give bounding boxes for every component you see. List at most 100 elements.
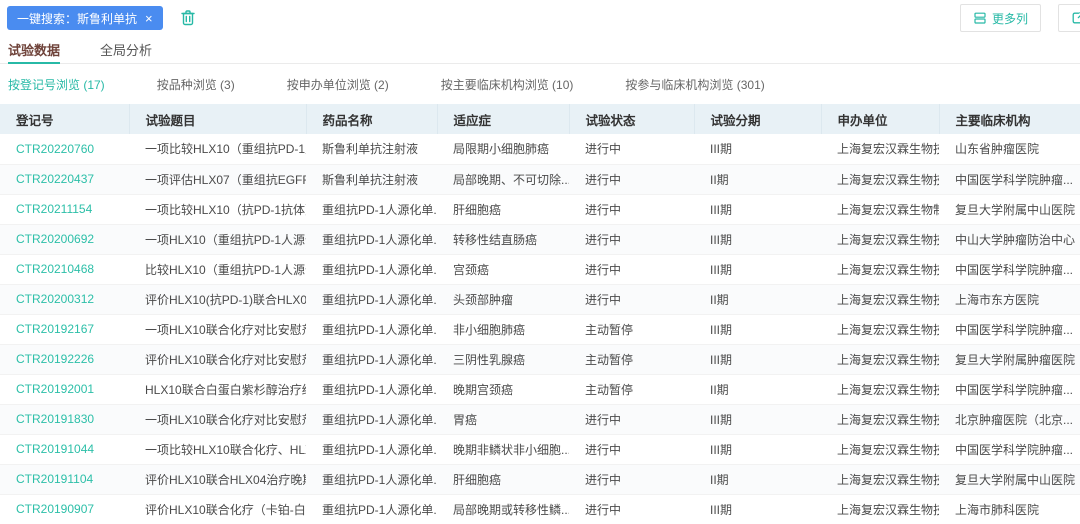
cell-sponsor: 上海复宏汉霖生物技... bbox=[821, 134, 939, 164]
cell-main-institution: 山东省肿瘤医院 bbox=[939, 134, 1080, 164]
cell-drug-name: 重组抗PD-1人源化单... bbox=[306, 284, 437, 314]
cell-registration-no: CTR20190907 bbox=[0, 494, 129, 524]
table-row: CTR20200692 一项HLX10（重组抗PD-1人源化... 重组抗PD-… bbox=[0, 224, 1080, 254]
registration-link[interactable]: CTR20191044 bbox=[16, 442, 94, 456]
cell-trial-status: 进行中 bbox=[569, 464, 694, 494]
cell-indication: 转移性结直肠癌 bbox=[437, 224, 569, 254]
table-row: CTR20220760 一项比较HLX10（重组抗PD-1人... 斯鲁利单抗注… bbox=[0, 134, 1080, 164]
export-button[interactable] bbox=[1058, 4, 1080, 32]
top-toolbar: 一键搜索：斯鲁利单抗 × 更多列 bbox=[0, 0, 1080, 36]
table-row: CTR20191104 评价HLX10联合HLX04治疗晚期肝... 重组抗PD… bbox=[0, 464, 1080, 494]
cell-trial-status: 进行中 bbox=[569, 404, 694, 434]
table-row: CTR20210468 比较HLX10（重组抗PD-1人源化... 重组抗PD-… bbox=[0, 254, 1080, 284]
registration-link[interactable]: CTR20210468 bbox=[16, 262, 94, 276]
registration-link[interactable]: CTR20191104 bbox=[16, 472, 93, 486]
cell-drug-name: 重组抗PD-1人源化单... bbox=[306, 404, 437, 434]
cell-main-institution: 复旦大学附属中山医院 bbox=[939, 464, 1080, 494]
main-tabs: 试验数据 全局分析 bbox=[0, 36, 1080, 64]
cell-indication: 非小细胞肺癌 bbox=[437, 314, 569, 344]
cell-registration-no: CTR20192226 bbox=[0, 344, 129, 374]
cell-trial-title: 一项评估HLX07（重组抗EGFR人... bbox=[129, 164, 306, 194]
filter-by-participating-institution[interactable]: 按参与临床机构浏览 (301) bbox=[625, 76, 764, 93]
cell-trial-phase: II期 bbox=[694, 164, 821, 194]
cell-trial-status: 进行中 bbox=[569, 284, 694, 314]
registration-link[interactable]: CTR20200692 bbox=[16, 232, 94, 246]
tab-label: 全局分析 bbox=[100, 40, 152, 59]
clear-filters-button[interactable] bbox=[179, 9, 197, 27]
cell-trial-title: 一项比较HLX10（抗PD-1抗体）... bbox=[129, 194, 306, 224]
cell-registration-no: CTR20220437 bbox=[0, 164, 129, 194]
cell-main-institution: 上海市肺科医院 bbox=[939, 494, 1080, 524]
registration-link[interactable]: CTR20191830 bbox=[16, 412, 94, 426]
cell-registration-no: CTR20200312 bbox=[0, 284, 129, 314]
registration-link[interactable]: CTR20220760 bbox=[16, 142, 94, 156]
search-filter-tag[interactable]: 一键搜索：斯鲁利单抗 × bbox=[7, 6, 163, 30]
cell-drug-name: 重组抗PD-1人源化单... bbox=[306, 464, 437, 494]
column-header: 试验状态 bbox=[569, 104, 694, 134]
cell-trial-phase: II期 bbox=[694, 284, 821, 314]
cell-drug-name: 重组抗PD-1人源化单... bbox=[306, 344, 437, 374]
cell-drug-name: 重组抗PD-1人源化单... bbox=[306, 434, 437, 464]
cell-trial-title: 一项比较HLX10联合化疗、HLX10... bbox=[129, 434, 306, 464]
cell-main-institution: 复旦大学附属肿瘤医院 bbox=[939, 344, 1080, 374]
cell-indication: 宫颈癌 bbox=[437, 254, 569, 284]
cell-trial-title: 评价HLX10联合化疗（卡铂-白蛋... bbox=[129, 494, 306, 524]
more-columns-label: 更多列 bbox=[992, 10, 1028, 27]
cell-sponsor: 上海复宏汉霖生物技... bbox=[821, 404, 939, 434]
cell-trial-phase: III期 bbox=[694, 434, 821, 464]
filter-by-main-institution[interactable]: 按主要临床机构浏览 (10) bbox=[441, 76, 574, 93]
registration-link[interactable]: CTR20192226 bbox=[16, 352, 94, 366]
cell-sponsor: 上海复宏汉霖生物技... bbox=[821, 374, 939, 404]
cell-registration-no: CTR20192167 bbox=[0, 314, 129, 344]
registration-link[interactable]: CTR20220437 bbox=[16, 172, 94, 186]
column-header: 申办单位 bbox=[821, 104, 939, 134]
cell-sponsor: 上海复宏汉霖生物技... bbox=[821, 344, 939, 374]
table-row: CTR20191044 一项比较HLX10联合化疗、HLX10... 重组抗PD… bbox=[0, 434, 1080, 464]
cell-registration-no: CTR20200692 bbox=[0, 224, 129, 254]
cell-main-institution: 中国医学科学院肿瘤... bbox=[939, 314, 1080, 344]
cell-trial-phase: III期 bbox=[694, 314, 821, 344]
cell-trial-phase: III期 bbox=[694, 344, 821, 374]
cell-trial-status: 进行中 bbox=[569, 254, 694, 284]
registration-link[interactable]: CTR20192167 bbox=[16, 322, 94, 336]
cell-registration-no: CTR20211154 bbox=[0, 194, 129, 224]
external-link-icon bbox=[1070, 10, 1080, 26]
cell-registration-no: CTR20191830 bbox=[0, 404, 129, 434]
tab-trial-data[interactable]: 试验数据 bbox=[8, 36, 60, 63]
cell-trial-title: 一项HLX10联合化疗对比安慰剂联... bbox=[129, 404, 306, 434]
cell-registration-no: CTR20191044 bbox=[0, 434, 129, 464]
tab-global-analysis[interactable]: 全局分析 bbox=[100, 36, 152, 63]
table-row: CTR20192226 评价HLX10联合化疗对比安慰剂联... 重组抗PD-1… bbox=[0, 344, 1080, 374]
table-row: CTR20192001 HLX10联合白蛋白紫杉醇治疗经晚... 重组抗PD-1… bbox=[0, 374, 1080, 404]
registration-link[interactable]: CTR20200312 bbox=[16, 292, 94, 306]
column-header: 适应症 bbox=[437, 104, 569, 134]
cell-drug-name: 重组抗PD-1人源化单... bbox=[306, 224, 437, 254]
cell-drug-name: 斯鲁利单抗注射液 bbox=[306, 134, 437, 164]
cell-drug-name: 重组抗PD-1人源化单... bbox=[306, 374, 437, 404]
registration-link[interactable]: CTR20190907 bbox=[16, 502, 94, 516]
columns-icon bbox=[973, 11, 987, 25]
cell-sponsor: 上海复宏汉霖生物技... bbox=[821, 494, 939, 524]
filter-by-registration[interactable]: 按登记号浏览 (17) bbox=[8, 76, 105, 93]
cell-drug-name: 重组抗PD-1人源化单... bbox=[306, 314, 437, 344]
cell-trial-status: 主动暂停 bbox=[569, 374, 694, 404]
cell-sponsor: 上海复宏汉霖生物技... bbox=[821, 314, 939, 344]
filter-by-variety[interactable]: 按品种浏览 (3) bbox=[157, 76, 235, 93]
close-icon[interactable]: × bbox=[145, 12, 153, 25]
cell-indication: 晚期非鳞状非小细胞... bbox=[437, 434, 569, 464]
cell-drug-name: 重组抗PD-1人源化单... bbox=[306, 494, 437, 524]
cell-trial-status: 进行中 bbox=[569, 194, 694, 224]
more-columns-button[interactable]: 更多列 bbox=[960, 4, 1041, 32]
trials-table: 登记号试验题目药品名称适应症试验状态试验分期申办单位主要临床机构 CTR2022… bbox=[0, 104, 1080, 524]
cell-indication: 肝细胞癌 bbox=[437, 194, 569, 224]
cell-main-institution: 中山大学肿瘤防治中心 bbox=[939, 224, 1080, 254]
registration-link[interactable]: CTR20192001 bbox=[16, 382, 94, 396]
registration-link[interactable]: CTR20211154 bbox=[16, 202, 92, 216]
cell-registration-no: CTR20210468 bbox=[0, 254, 129, 284]
filter-by-sponsor[interactable]: 按申办单位浏览 (2) bbox=[287, 76, 389, 93]
table-row: CTR20192167 一项HLX10联合化疗对比安慰剂联... 重组抗PD-1… bbox=[0, 314, 1080, 344]
cell-main-institution: 中国医学科学院肿瘤... bbox=[939, 374, 1080, 404]
cell-indication: 三阴性乳腺癌 bbox=[437, 344, 569, 374]
cell-sponsor: 上海复宏汉霖生物技... bbox=[821, 224, 939, 254]
cell-trial-phase: II期 bbox=[694, 464, 821, 494]
